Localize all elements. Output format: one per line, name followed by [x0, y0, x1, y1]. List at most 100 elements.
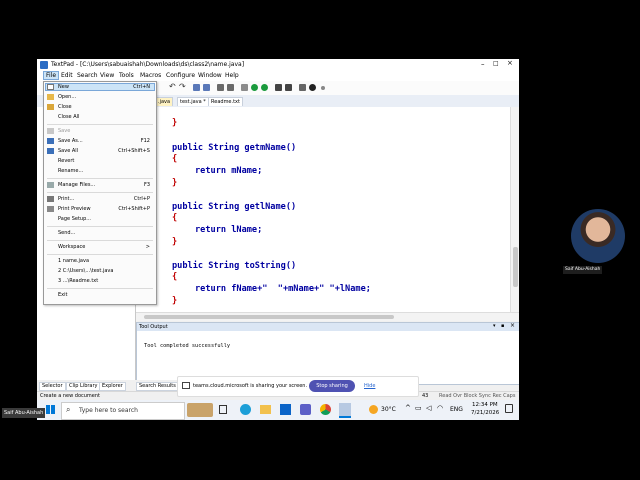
tool-icon[interactable]: [299, 84, 306, 91]
maximize-icon[interactable]: □: [493, 60, 499, 67]
hscroll-thumb[interactable]: [144, 315, 394, 319]
panel-close-icon[interactable]: ×: [510, 322, 515, 329]
share-text: teams.cloud.microsoft is sharing your sc…: [193, 383, 308, 389]
wifi-icon[interactable]: ◠: [437, 404, 443, 412]
edge-icon[interactable]: [240, 404, 251, 415]
tab-readme[interactable]: Readme.txt: [208, 97, 243, 106]
record-icon[interactable]: [251, 84, 258, 91]
spell-icon[interactable]: [227, 84, 234, 91]
file-menu-open[interactable]: Open...: [58, 94, 76, 100]
file-menu-print-preview[interactable]: Print Preview: [58, 206, 91, 212]
textpad-taskbar-icon[interactable]: [339, 403, 351, 418]
file-menu-new[interactable]: New: [58, 84, 69, 90]
tab-explorer[interactable]: Explorer: [99, 382, 126, 391]
tray-chevron-icon[interactable]: ^: [405, 404, 411, 412]
tab-search-results[interactable]: Search Results: [136, 382, 179, 391]
menu-configure[interactable]: Configure: [164, 72, 197, 79]
recent-file-3[interactable]: 3 ...\Readme.txt: [58, 278, 98, 284]
clock-date[interactable]: 7/21/2026: [471, 410, 499, 416]
code-line: public String getmName(): [172, 143, 297, 153]
menu-view[interactable]: View: [98, 72, 116, 79]
stop-sharing-button[interactable]: Stop sharing: [309, 380, 355, 392]
file-menu-manage-files[interactable]: Manage Files...: [58, 182, 95, 188]
chrome-icon[interactable]: [320, 404, 331, 415]
avatar: [571, 209, 625, 263]
file-menu-close-all[interactable]: Close All: [58, 114, 79, 120]
file-menu-workspace[interactable]: Workspace: [58, 244, 85, 250]
file-menu-exit[interactable]: Exit: [58, 292, 67, 298]
close-icon[interactable]: ×: [507, 59, 513, 67]
windows-start-icon[interactable]: [46, 405, 55, 414]
vertical-scrollbar[interactable]: [510, 107, 519, 312]
weather-icon: [369, 405, 378, 414]
file-menu-revert[interactable]: Revert: [58, 158, 74, 164]
menu-separator: [47, 124, 153, 125]
tab-selector[interactable]: Selector: [39, 382, 66, 391]
minimize-icon[interactable]: –: [481, 60, 485, 68]
open-folder-icon: [47, 94, 54, 100]
tab-clip-library[interactable]: Clip Library: [66, 382, 101, 391]
clock-time[interactable]: 12:34 PM: [472, 402, 498, 408]
dot-icon[interactable]: [321, 86, 325, 90]
menu-window[interactable]: Window: [196, 72, 224, 79]
volume-icon[interactable]: ◁: [426, 404, 431, 412]
panel-menu-icon[interactable]: ▾: [493, 323, 496, 329]
menu-tools[interactable]: Tools: [117, 72, 136, 79]
recent-file-1[interactable]: 1 name.java: [58, 258, 89, 264]
file-menu-send[interactable]: Send...: [58, 230, 75, 236]
code-editor[interactable]: } public String getmName() { return mNam…: [136, 107, 510, 312]
code-line: }: [172, 178, 178, 188]
weather-temp[interactable]: 30°C: [381, 406, 396, 413]
file-menu-save-all[interactable]: Save All: [58, 148, 78, 154]
print-icon: [47, 196, 54, 202]
taskbar-search[interactable]: ⌕ Type here to search: [61, 402, 185, 420]
status-col: 43: [422, 393, 429, 399]
macro-icon[interactable]: [309, 84, 316, 91]
code-line: public String getlName(): [172, 202, 297, 212]
indent-icon[interactable]: [193, 84, 200, 91]
tab-name-java[interactable]: .java: [155, 97, 174, 106]
code-line: return fName+" "+mName+" "+lName;: [195, 284, 371, 294]
code-line: {: [172, 272, 178, 282]
wordwrap-icon[interactable]: [217, 84, 224, 91]
file-menu-save: Save: [58, 128, 71, 134]
hide-link[interactable]: Hide: [364, 383, 375, 389]
search-placeholder: Type here to search: [79, 407, 138, 414]
menu-edit[interactable]: Edit: [59, 72, 75, 79]
compile-icon[interactable]: [275, 84, 282, 91]
file-menu-page-setup[interactable]: Page Setup...: [58, 216, 91, 222]
menu-macros[interactable]: Macros: [138, 72, 163, 79]
file-menu-close[interactable]: Close: [58, 104, 72, 110]
shortcut: F3: [143, 182, 150, 188]
menu-separator: [47, 192, 153, 193]
file-explorer-icon[interactable]: [260, 405, 271, 414]
run-icon[interactable]: [285, 84, 292, 91]
recent-file-2[interactable]: 2 C:\Users\...\test.java: [58, 268, 113, 274]
notification-icon[interactable]: [505, 404, 513, 413]
submenu-arrow-icon: >: [145, 244, 150, 250]
menu-file[interactable]: File: [43, 71, 60, 80]
outlook-icon[interactable]: [280, 404, 291, 415]
menu-help[interactable]: Help: [223, 72, 241, 79]
tab-test-java[interactable]: test.java *: [177, 97, 209, 106]
horizontal-scrollbar[interactable]: [136, 312, 519, 321]
redo-icon[interactable]: ↷: [179, 82, 186, 91]
language-indicator[interactable]: ENG: [450, 406, 463, 413]
file-menu-dropdown: New Ctrl+N Open... Close Close All Save …: [43, 81, 157, 305]
task-view-icon[interactable]: [219, 405, 227, 414]
file-menu-rename[interactable]: Rename...: [58, 168, 83, 174]
shortcut: Ctrl+N: [133, 84, 150, 90]
panel-pin-icon[interactable]: ▪: [501, 323, 504, 329]
menu-search[interactable]: Search: [75, 72, 100, 79]
network-icon[interactable]: ▭: [415, 404, 422, 412]
find-icon[interactable]: [241, 84, 248, 91]
file-menu-save-as[interactable]: Save As...: [58, 138, 83, 144]
play-icon[interactable]: [261, 84, 268, 91]
outdent-icon[interactable]: [203, 84, 210, 91]
code-line: {: [172, 213, 178, 223]
scroll-thumb[interactable]: [513, 247, 518, 287]
file-menu-print[interactable]: Print...: [58, 196, 74, 202]
teams-icon[interactable]: [300, 404, 311, 415]
city-widget-icon[interactable]: [187, 403, 213, 417]
undo-icon[interactable]: ↶: [169, 82, 176, 91]
